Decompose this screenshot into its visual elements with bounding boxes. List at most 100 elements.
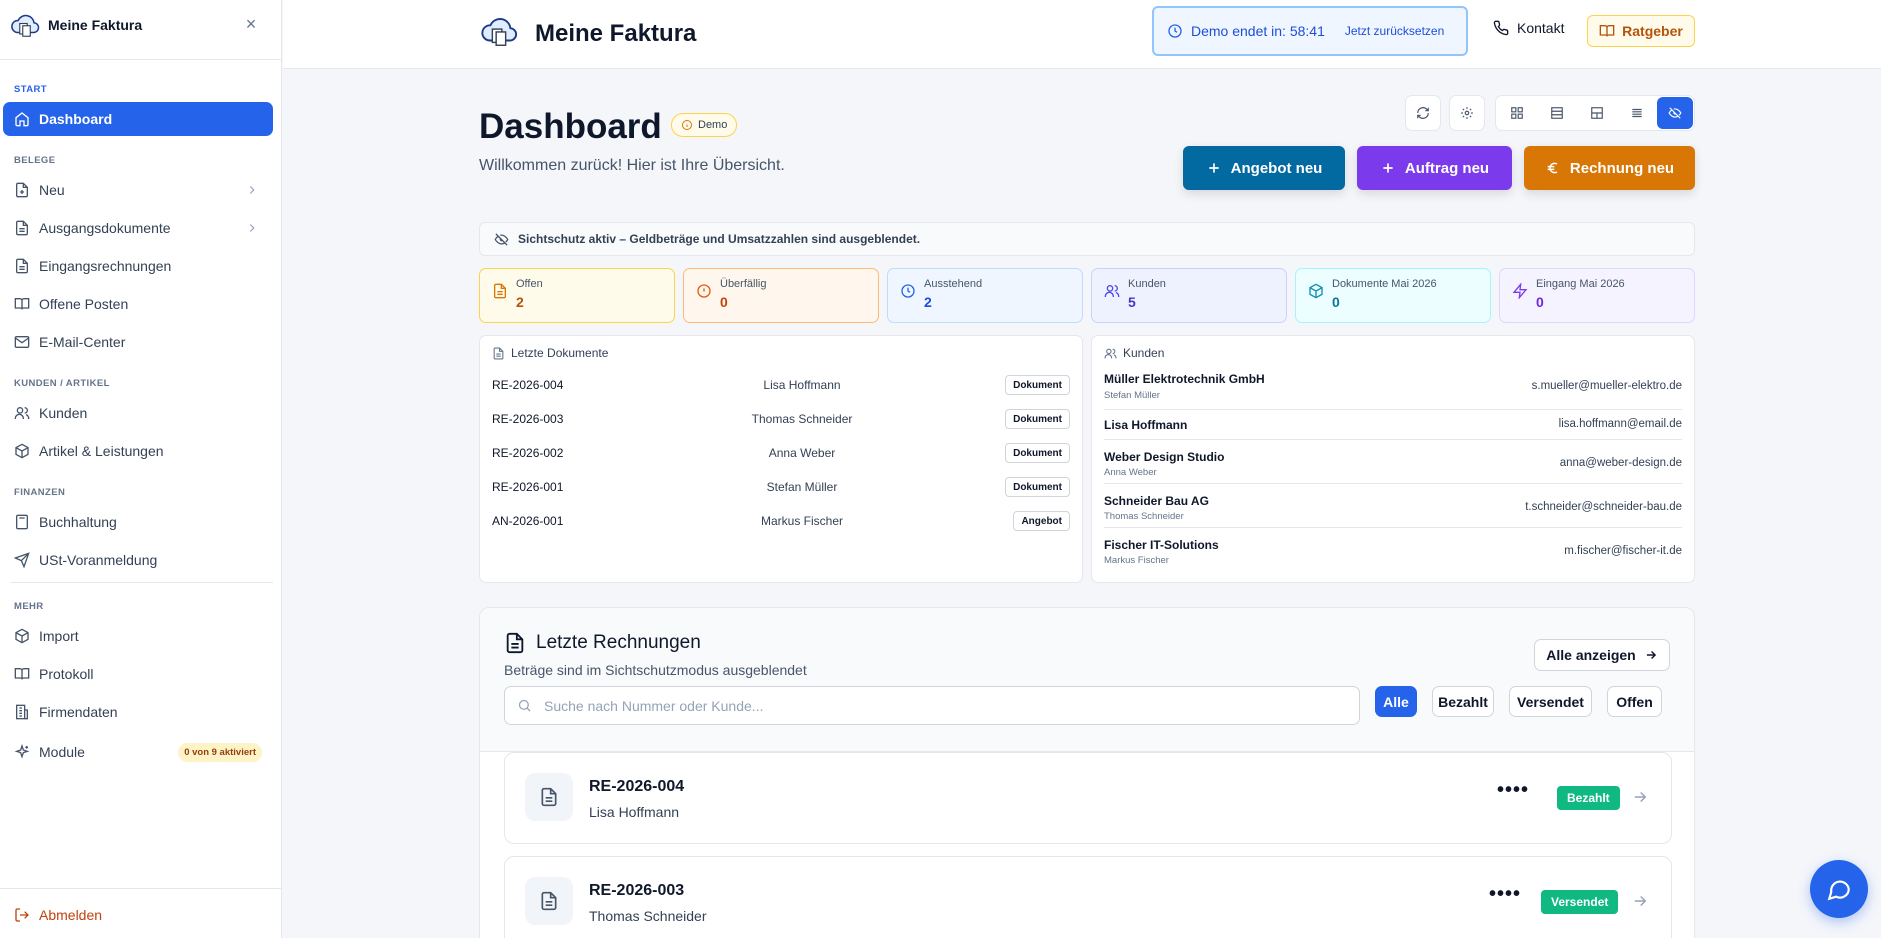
document-type-badge: Dokument xyxy=(1005,409,1070,429)
cloud-logo-icon xyxy=(481,18,518,46)
stat-value: 0 xyxy=(1536,294,1544,310)
arrow-right-icon[interactable] xyxy=(1631,892,1649,910)
document-number: RE-2026-004 xyxy=(492,378,564,392)
show-all-button[interactable]: Alle anzeigen xyxy=(1534,639,1670,671)
info-icon xyxy=(682,120,692,130)
privacy-notice-text: Sichtschutz aktiv – Geldbeträge und Umsa… xyxy=(518,232,921,246)
sidebar-item-label: Buchhaltung xyxy=(39,514,117,530)
logout-label: Abmelden xyxy=(39,907,103,923)
sidebar-item-ausgangsdokumente[interactable]: Ausgangsdokumente xyxy=(3,211,273,245)
stat-card-ueberfaellig[interactable]: Überfällig 0 xyxy=(683,268,879,323)
chat-button[interactable] xyxy=(1810,860,1868,918)
users-icon xyxy=(14,407,30,419)
list-item[interactable]: RE-2026-001 Stefan Müller Dokument xyxy=(492,472,1070,502)
plus-icon xyxy=(1383,163,1393,173)
new-invoice-button[interactable]: Rechnung neu xyxy=(1524,146,1695,190)
invoice-number: RE-2026-004 xyxy=(589,778,685,795)
new-invoice-label: Rechnung neu xyxy=(1569,159,1675,177)
stat-card-ausstehend[interactable]: Ausstehend 2 xyxy=(887,268,1083,323)
document-customer: Stefan Müller xyxy=(766,480,838,494)
alert-circle-icon xyxy=(697,284,711,298)
customer-row[interactable]: Weber Design Studio Anna Weber anna@webe… xyxy=(1104,440,1682,484)
section-mehr: MEHR xyxy=(14,601,44,612)
customer-row[interactable]: Müller Elektrotechnik GmbH Stefan Müller… xyxy=(1104,366,1682,410)
list-item[interactable]: RE-2026-003 Thomas Schneider Dokument xyxy=(492,404,1070,434)
sidebar-item-email-center[interactable]: E-Mail-Center xyxy=(3,325,273,359)
sidebar-app-title: Meine Faktura xyxy=(48,17,143,33)
refresh-button[interactable] xyxy=(1405,95,1441,131)
customer-email: lisa.hoffmann@email.de xyxy=(1558,418,1682,430)
sidebar-item-import[interactable]: Import xyxy=(3,619,273,653)
view-toggle-group xyxy=(1495,95,1695,131)
sidebar-item-dashboard[interactable]: Dashboard xyxy=(3,102,273,136)
settings-button[interactable] xyxy=(1449,95,1485,131)
customer-email: s.mueller@mueller-elektro.de xyxy=(1531,380,1682,392)
compact-view-button[interactable] xyxy=(1579,97,1615,129)
list-item[interactable]: RE-2026-002 Anna Weber Dokument xyxy=(492,438,1070,468)
show-all-label: Alle anzeigen xyxy=(1546,647,1636,663)
customer-contact: Thomas Schneider xyxy=(1104,511,1184,522)
customer-row[interactable]: Lisa Hoffmann lisa.hoffmann@email.de xyxy=(1104,410,1682,440)
invoice-row[interactable]: RE-2026-004 Lisa Hoffmann •••• Bezahlt xyxy=(504,752,1672,844)
logout-button[interactable]: Abmelden xyxy=(3,898,273,932)
stat-card-offen[interactable]: Offen 2 xyxy=(479,268,675,323)
chat-bubble-icon xyxy=(1827,880,1850,901)
customer-contact: Markus Fischer xyxy=(1104,555,1169,566)
sidebar-item-eingangsrechnungen[interactable]: Eingangsrechnungen xyxy=(3,249,273,283)
filter-alle[interactable]: Alle xyxy=(1375,686,1417,717)
contact-label: Kontakt xyxy=(1517,20,1565,36)
invoices-title-text: Letzte Rechnungen xyxy=(536,632,701,653)
sidebar-item-neu[interactable]: Neu xyxy=(3,173,273,207)
contact-link[interactable]: Kontakt xyxy=(1493,20,1564,36)
arrow-right-icon[interactable] xyxy=(1631,788,1649,806)
cloud-logo-icon xyxy=(11,14,40,37)
filter-versendet[interactable]: Versendet xyxy=(1509,686,1592,717)
top-header: Meine Faktura Demo endet in: 58:41 Jetzt… xyxy=(283,0,1881,69)
customer-name: Lisa Hoffmann xyxy=(1104,418,1188,432)
stat-card-kunden[interactable]: Kunden 5 xyxy=(1091,268,1287,323)
sidebar: Meine Faktura × START Dashboard BELEGE N… xyxy=(0,0,282,938)
search-input[interactable] xyxy=(544,697,1344,714)
guide-button[interactable]: Ratgeber xyxy=(1587,15,1695,47)
book-open-icon xyxy=(1599,25,1615,37)
list-item[interactable]: AN-2026-001 Markus Fischer Angebot xyxy=(492,506,1070,536)
list-view-button[interactable] xyxy=(1619,97,1655,129)
sidebar-item-artikel[interactable]: Artikel & Leistungen xyxy=(3,434,273,468)
sidebar-item-protokoll[interactable]: Protokoll xyxy=(3,657,273,691)
invoice-row[interactable]: RE-2026-003 Thomas Schneider •••• Versen… xyxy=(504,856,1672,938)
sidebar-item-buchhaltung[interactable]: Buchhaltung xyxy=(3,505,273,539)
document-type-badge: Dokument xyxy=(1005,375,1070,395)
sidebar-item-label: Dashboard xyxy=(39,111,113,127)
document-customer: Thomas Schneider xyxy=(751,412,853,426)
stat-value: 2 xyxy=(924,294,932,310)
customer-row[interactable]: Schneider Bau AG Thomas Schneider t.schn… xyxy=(1104,484,1682,528)
list-item[interactable]: RE-2026-004 Lisa Hoffmann Dokument xyxy=(492,370,1070,400)
stat-label: Dokumente Mai 2026 xyxy=(1332,278,1437,290)
demo-reset-link[interactable]: Jetzt zurücksetzen xyxy=(1345,24,1444,38)
privacy-toggle-button[interactable] xyxy=(1657,97,1693,129)
stat-card-eingang[interactable]: Eingang Mai 2026 0 xyxy=(1499,268,1695,323)
sidebar-item-ust-voranmeldung[interactable]: USt-Voranmeldung xyxy=(3,543,273,577)
sidebar-item-label: Protokoll xyxy=(39,666,94,682)
sidebar-header: Meine Faktura xyxy=(0,0,281,50)
filter-bezahlt[interactable]: Bezahlt xyxy=(1432,686,1494,717)
clock-icon xyxy=(1168,24,1182,38)
sidebar-item-module[interactable]: Module 0 von 9 aktiviert xyxy=(3,735,273,769)
table-view-button[interactable] xyxy=(1539,97,1575,129)
building-icon xyxy=(15,704,28,720)
new-offer-button[interactable]: Angebot neu xyxy=(1183,146,1345,190)
grid-view-button[interactable] xyxy=(1499,97,1535,129)
customer-row[interactable]: Fischer IT-Solutions Markus Fischer m.fi… xyxy=(1104,528,1682,572)
home-icon xyxy=(15,112,29,127)
document-number: RE-2026-001 xyxy=(492,480,564,494)
file-text-icon xyxy=(16,258,28,274)
sidebar-item-offene-posten[interactable]: Offene Posten xyxy=(3,287,273,321)
sidebar-item-firmendaten[interactable]: Firmendaten xyxy=(3,695,273,729)
close-icon[interactable]: × xyxy=(242,15,260,33)
new-order-button[interactable]: Auftrag neu xyxy=(1357,146,1512,190)
stat-value: 0 xyxy=(1332,294,1340,310)
stat-card-dokumente[interactable]: Dokumente Mai 2026 0 xyxy=(1295,268,1491,323)
filter-offen[interactable]: Offen xyxy=(1607,686,1662,717)
customer-email: t.schneider@schneider-bau.de xyxy=(1525,501,1682,513)
sidebar-item-kunden[interactable]: Kunden xyxy=(3,396,273,430)
